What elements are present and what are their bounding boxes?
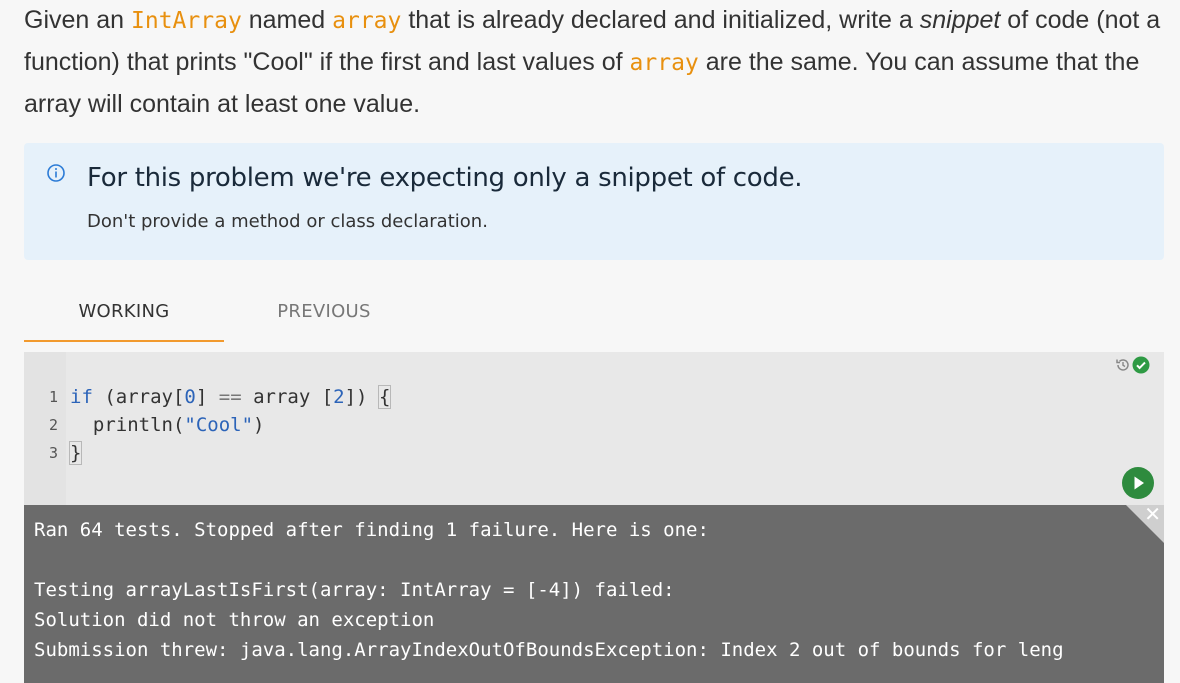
output-line: Ran 64 tests. Stopped after finding 1 fa… [34,519,709,541]
emphasis-snippet: snippet [919,6,1001,34]
info-callout: For this problem we're expecting only a … [24,143,1164,260]
output-line: Submission threw: java.lang.ArrayIndexOu… [34,639,1064,661]
run-button[interactable] [1122,467,1154,499]
prompt-text-3: that is already declared and initialized… [401,6,920,34]
history-icon[interactable] [1114,356,1132,374]
test-output-panel: Ran 64 tests. Stopped after finding 1 fa… [24,505,1164,683]
prompt-text-2: named [241,6,333,34]
editor-tabs: WORKING PREVIOUS [24,290,424,342]
code-token: (array[ [92,386,185,408]
operator: == [218,386,242,408]
close-icon[interactable]: ✕ [1144,505,1161,524]
line-number: 2 [48,416,58,434]
info-circle-icon [47,164,65,182]
line-number: 3 [48,444,58,462]
variable-name-2: array [629,50,699,76]
number-literal: 0 [184,386,196,408]
close-brace: } [68,441,83,465]
info-subtitle: Don't provide a method or class declarat… [87,211,488,232]
code-editor[interactable]: 1 2 3 if (array[0] == array [2]) { print… [24,352,1164,505]
code-token: array [ [241,386,334,408]
string-literal: "Cool" [184,414,254,436]
variable-name: array [332,8,402,34]
tab-previous[interactable]: PREVIOUS [224,290,424,340]
keyword: if [70,386,93,408]
code-line-1: if (array[0] == array [2]) { [70,383,392,411]
line-number-gutter: 1 2 3 [24,352,66,505]
text-cursor [81,442,83,465]
play-icon [1134,476,1144,490]
code-token: ]) [344,386,379,408]
code-token: ] [195,386,219,408]
output-line: Testing arrayLastIsFirst(array: IntArray… [34,579,675,601]
code-area[interactable]: if (array[0] == array [2]) { println("Co… [66,352,1164,505]
code-line-2: println("Cool") [70,411,265,439]
code-token: println( [92,414,185,436]
tab-working[interactable]: WORKING [24,290,224,342]
line-number: 1 [48,388,58,406]
prompt-text-1: Given an [24,6,132,34]
code-line-3: } [68,439,83,467]
number-literal: 2 [333,386,345,408]
open-brace: { [377,385,392,409]
problem-description: Given an IntArray named array that is al… [24,0,1164,125]
type-name: IntArray [131,8,242,34]
output-line: Solution did not throw an exception [34,609,435,631]
check-circle-icon [1132,356,1150,374]
info-title: For this problem we're expecting only a … [87,163,803,193]
code-token: ) [253,414,265,436]
